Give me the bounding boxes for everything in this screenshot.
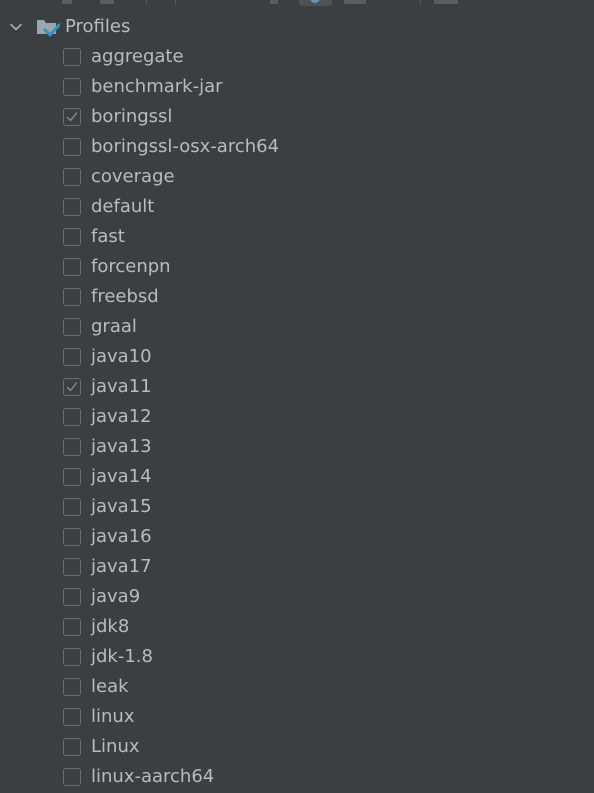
profile-row[interactable]: boringssl-osx-arch64 [0, 133, 594, 163]
profile-label: java14 [91, 466, 152, 487]
profile-row[interactable]: boringssl [0, 103, 594, 133]
toolbar-dropdown-button[interactable] [434, 0, 458, 4]
profile-row[interactable]: benchmark-jar [0, 73, 594, 103]
profile-label: boringssl [91, 106, 173, 127]
profile-row[interactable]: default [0, 193, 594, 223]
toolbar-button[interactable] [344, 0, 366, 4]
profile-row[interactable]: jdk8 [0, 613, 594, 643]
profile-checkbox[interactable] [63, 258, 81, 276]
profile-checkbox[interactable] [63, 588, 81, 606]
profile-checkbox[interactable] [63, 498, 81, 516]
profile-label: linux-aarch64 [91, 766, 215, 787]
profile-label: graal [91, 316, 137, 337]
profile-row[interactable]: java14 [0, 463, 594, 493]
profile-checkbox[interactable] [63, 678, 81, 696]
profile-row[interactable]: java16 [0, 523, 594, 553]
profile-label: java11 [91, 376, 152, 397]
profile-label: java17 [91, 556, 152, 577]
profile-row[interactable]: Linux [0, 733, 594, 763]
profile-label: benchmark-jar [91, 76, 223, 97]
profile-label: jdk-1.8 [91, 646, 153, 667]
toolbar-button[interactable] [270, 0, 278, 4]
profile-checkbox[interactable] [63, 318, 81, 336]
profile-label: freebsd [91, 286, 159, 307]
profile-label: coverage [91, 166, 175, 187]
profiles-list: aggregate benchmark-jar boringssl boringssl… [0, 43, 594, 793]
profiles-label: Profiles [65, 16, 131, 37]
profile-checkbox[interactable] [63, 438, 81, 456]
checkmark-icon [66, 112, 78, 122]
toolbar-strip [0, 0, 594, 6]
profile-label: default [91, 196, 155, 217]
profile-row[interactable]: forcenpn [0, 253, 594, 283]
profile-checkbox[interactable] [63, 648, 81, 666]
toolbar-separator [175, 0, 176, 5]
profile-checkbox[interactable] [63, 288, 81, 306]
profile-checkbox[interactable] [63, 348, 81, 366]
profile-label: java13 [91, 436, 152, 457]
profile-checkbox[interactable] [63, 528, 81, 546]
profile-label: Linux [91, 736, 140, 757]
profile-checkbox[interactable] [63, 468, 81, 486]
profile-row[interactable]: linux-aarch64 [0, 763, 594, 793]
toolbar-button[interactable] [62, 0, 72, 4]
profile-label: leak [91, 676, 129, 697]
profile-label: java10 [91, 346, 152, 367]
profiles-folder-check-icon [37, 20, 60, 37]
toolbar-toggle-button[interactable] [299, 0, 332, 6]
profile-checkbox[interactable] [63, 78, 81, 96]
profile-checkbox[interactable] [63, 108, 81, 126]
profile-row[interactable]: fast [0, 223, 594, 253]
profile-checkbox[interactable] [63, 228, 81, 246]
profile-row[interactable]: linux [0, 703, 594, 733]
profile-checkbox[interactable] [63, 618, 81, 636]
profile-checkbox[interactable] [63, 48, 81, 66]
profile-row[interactable]: coverage [0, 163, 594, 193]
profile-row[interactable]: java17 [0, 553, 594, 583]
profile-label: forcenpn [91, 256, 171, 277]
checkmark-icon [66, 382, 78, 392]
profile-checkbox[interactable] [63, 138, 81, 156]
profile-checkbox[interactable] [63, 198, 81, 216]
profile-label: fast [91, 226, 125, 247]
profile-label: boringssl-osx-arch64 [91, 136, 280, 157]
profile-label: linux [91, 706, 135, 727]
profile-label: jdk8 [91, 616, 130, 637]
profile-row[interactable]: java9 [0, 583, 594, 613]
profile-row[interactable]: aggregate [0, 43, 594, 73]
profile-row[interactable]: java13 [0, 433, 594, 463]
profile-row[interactable]: jdk-1.8 [0, 643, 594, 673]
profile-label: java9 [91, 586, 141, 607]
profile-row[interactable]: freebsd [0, 283, 594, 313]
profile-checkbox[interactable] [63, 558, 81, 576]
profile-label: java12 [91, 406, 152, 427]
profile-label: java15 [91, 496, 152, 517]
toolbar-dropdown-button[interactable] [100, 0, 114, 4]
profile-row[interactable]: java15 [0, 493, 594, 523]
profile-checkbox[interactable] [63, 168, 81, 186]
profile-checkbox[interactable] [63, 738, 81, 756]
toolbar-separator [420, 0, 421, 5]
profile-checkbox[interactable] [63, 378, 81, 396]
profile-row[interactable]: graal [0, 313, 594, 343]
profile-row[interactable]: java10 [0, 343, 594, 373]
toolbar-separator [146, 0, 147, 5]
profile-row[interactable]: leak [0, 673, 594, 703]
profile-row[interactable]: java12 [0, 403, 594, 433]
profile-label: java16 [91, 526, 152, 547]
profiles-node[interactable]: Profiles [0, 12, 594, 42]
profile-row[interactable]: java11 [0, 373, 594, 403]
profile-checkbox[interactable] [63, 408, 81, 426]
chevron-down-icon[interactable] [9, 20, 23, 34]
profile-label: aggregate [91, 46, 184, 67]
profile-checkbox[interactable] [63, 708, 81, 726]
profile-checkbox[interactable] [63, 768, 81, 786]
